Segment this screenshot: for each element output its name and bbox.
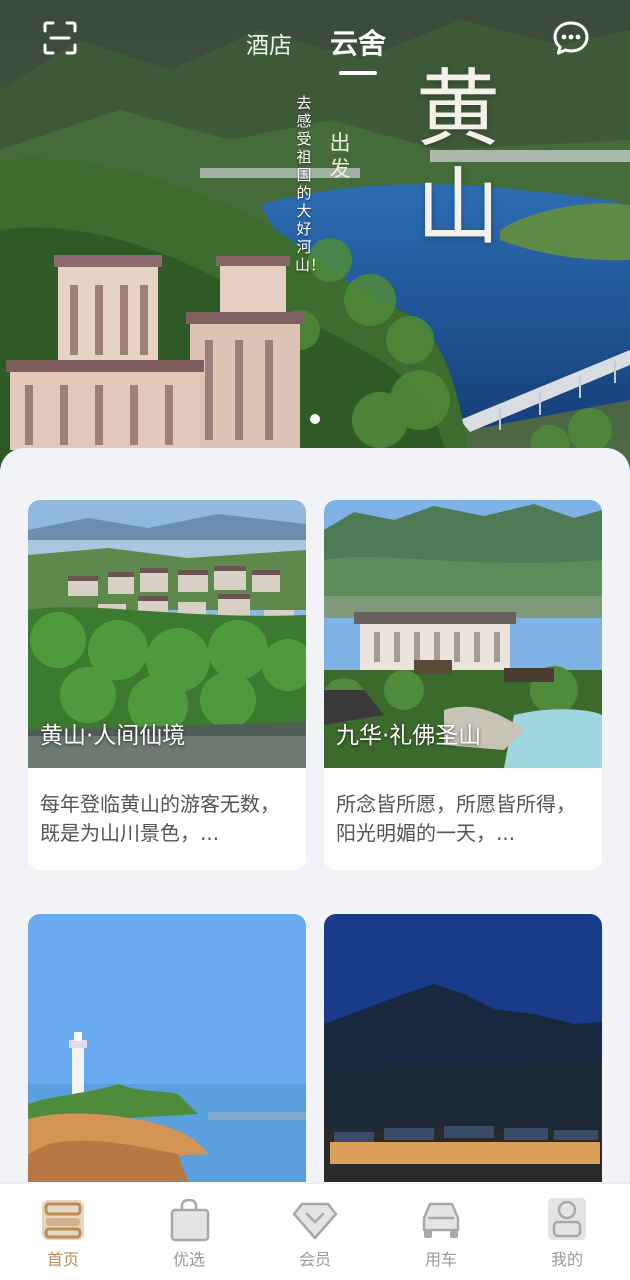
tab-hotel[interactable]: 酒店 [246,26,292,60]
card-image: 九华·礼佛圣山 [324,500,602,768]
card-image [324,914,602,1182]
tab-yunshe[interactable]: 云舍 [330,22,386,62]
destination-card-night[interactable] [324,914,602,1188]
nav-item-member[interactable]: 会员 [252,1184,378,1280]
active-tab-indicator [339,71,377,75]
nav-label: 首页 [46,1250,79,1269]
nav-label: 会员 [298,1250,331,1269]
carousel-dot-active[interactable] [310,414,320,424]
top-tabs: 酒店 云舍 [0,22,630,82]
destination-list: 黄山·人间仙境 每年登临黄山的游客无数，既是为山川景色，... 九华·礼佛圣山 … [0,448,630,1188]
nav-label: 我的 [550,1250,583,1269]
user-icon [544,1196,590,1242]
bottom-nav: 首页 优选 会员 用车 我的 [0,1184,630,1280]
card-title: 黄山·人间仙境 [40,723,186,749]
banner-slogan: 去感受祖国的大好河山！ [295,94,326,274]
nav-item-car[interactable]: 用车 [378,1184,504,1280]
message-icon[interactable] [552,20,590,56]
nav-item-selection[interactable]: 优选 [126,1184,252,1280]
home-icon [40,1196,86,1242]
destination-card-jiuhua[interactable]: 九华·礼佛圣山 所念皆所愿，所愿皆所得，阳光明媚的一天，... [324,500,602,870]
car-icon [418,1196,464,1242]
diamond-icon [292,1196,338,1242]
nav-item-home[interactable]: 首页 [0,1184,126,1280]
card-image: 黄山·人间仙境 [28,500,306,768]
hero-banner[interactable]: 酒店 云舍 去感受祖国的大好河山！ 出发 黄山 [0,0,630,470]
nav-item-profile[interactable]: 我的 [504,1184,630,1280]
banner-title: 黄山 [415,60,500,256]
card-image [28,914,306,1182]
card-description: 所念皆所愿，所愿皆所得，阳光明媚的一天，... [336,792,576,845]
shopping-bag-icon [166,1196,212,1242]
card-title: 九华·礼佛圣山 [336,723,482,749]
banner-subtitle: 出发 [329,131,351,181]
card-description: 每年登临黄山的游客无数，既是为山川景色，... [40,792,280,845]
destination-card-coast[interactable] [28,914,306,1188]
nav-label: 用车 [424,1250,457,1269]
nav-label: 优选 [172,1250,205,1269]
destination-card-huangshan[interactable]: 黄山·人间仙境 每年登临黄山的游客无数，既是为山川景色，... [28,500,306,870]
carousel-indicator [0,409,630,428]
